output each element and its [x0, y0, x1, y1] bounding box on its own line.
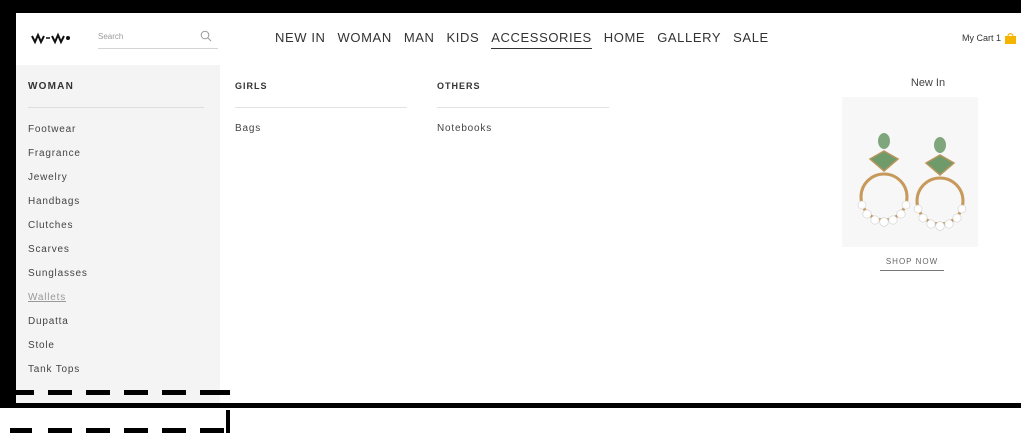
- search-box: [98, 25, 218, 49]
- sidebar-item-handbags[interactable]: Handbags: [28, 196, 88, 220]
- column-heading-girls: GIRLS: [235, 81, 268, 91]
- nav-man[interactable]: MAN: [404, 30, 435, 48]
- column-girls: GIRLS Bags: [235, 81, 407, 134]
- search-icon[interactable]: [200, 30, 212, 42]
- sidebar-list: Footwear Fragrance Jewelry Handbags Clut…: [28, 124, 88, 388]
- search-input[interactable]: [98, 25, 188, 47]
- accessories-mega-menu: WOMAN Footwear Fragrance Jewelry Handbag…: [16, 65, 1021, 403]
- promo-title: New In: [910, 77, 946, 89]
- dashed-outline-segment: [48, 428, 72, 433]
- cart-button[interactable]: My Cart 1: [962, 32, 1017, 44]
- nav-kids[interactable]: KIDS: [447, 30, 480, 48]
- column-heading-others: OTHERS: [437, 81, 481, 91]
- dashed-outline-segment: [200, 428, 224, 433]
- frame-border-top: [0, 0, 1021, 13]
- new-in-promo: New In SHOP NOW: [838, 77, 1018, 271]
- shopping-bag-icon: [1005, 33, 1016, 44]
- sidebar-item-sunglasses[interactable]: Sunglasses: [28, 268, 88, 292]
- dashed-outline-segment: [86, 390, 110, 395]
- sidebar-item-dupatta[interactable]: Dupatta: [28, 316, 88, 340]
- dashed-outline-segment: [200, 390, 230, 395]
- earrings-image[interactable]: [842, 97, 978, 247]
- main-nav: NEW IN WOMAN MAN KIDS ACCESSORIES HOME G…: [275, 30, 781, 52]
- nav-accessories[interactable]: ACCESSORIES: [491, 30, 592, 49]
- column-others: OTHERS Notebooks: [437, 81, 609, 134]
- frame-border-left: [0, 0, 16, 408]
- dashed-outline-segment: [226, 410, 230, 433]
- sidebar-item-footwear[interactable]: Footwear: [28, 124, 88, 148]
- cart-label: My Cart: [961, 33, 994, 43]
- logo-icon[interactable]: [31, 29, 73, 47]
- dashed-outline-segment: [124, 390, 148, 395]
- sidebar-item-wallets[interactable]: Wallets: [28, 292, 88, 316]
- dashed-outline-segment: [86, 428, 110, 433]
- link-bags[interactable]: Bags: [235, 123, 407, 134]
- sidebar-item-clutches[interactable]: Clutches: [28, 220, 88, 244]
- link-notebooks[interactable]: Notebooks: [437, 123, 609, 134]
- sidebar-heading: WOMAN: [28, 81, 74, 92]
- site-header: NEW IN WOMAN MAN KIDS ACCESSORIES HOME G…: [16, 13, 1021, 65]
- category-sidebar: WOMAN Footwear Fragrance Jewelry Handbag…: [16, 65, 220, 403]
- sidebar-item-jewelry[interactable]: Jewelry: [28, 172, 88, 196]
- dashed-outline-segment: [12, 390, 34, 395]
- dashed-outline-segment: [10, 428, 32, 433]
- sidebar-item-fragrance[interactable]: Fragrance: [28, 148, 88, 172]
- sidebar-item-tank-tops[interactable]: Tank Tops: [28, 364, 88, 388]
- frame-border-bottom: [0, 403, 1021, 408]
- nav-new-in[interactable]: NEW IN: [275, 30, 326, 48]
- dashed-outline-segment: [124, 428, 148, 433]
- column-divider: [235, 107, 407, 108]
- nav-gallery[interactable]: GALLERY: [657, 30, 721, 48]
- dashed-outline-segment: [48, 390, 72, 395]
- nav-woman[interactable]: WOMAN: [338, 30, 392, 48]
- dashed-outline-segment: [162, 390, 186, 395]
- screenshot-frame: NEW IN WOMAN MAN KIDS ACCESSORIES HOME G…: [0, 0, 1021, 433]
- cart-count: 1: [995, 33, 1001, 43]
- nav-home[interactable]: HOME: [604, 30, 645, 48]
- dashed-outline-segment: [162, 428, 186, 433]
- sidebar-divider: [28, 107, 204, 108]
- column-divider: [437, 107, 609, 108]
- nav-sale[interactable]: SALE: [733, 30, 769, 48]
- sidebar-item-scarves[interactable]: Scarves: [28, 244, 88, 268]
- sidebar-item-stole[interactable]: Stole: [28, 340, 88, 364]
- shop-now-link[interactable]: SHOP NOW: [880, 257, 944, 271]
